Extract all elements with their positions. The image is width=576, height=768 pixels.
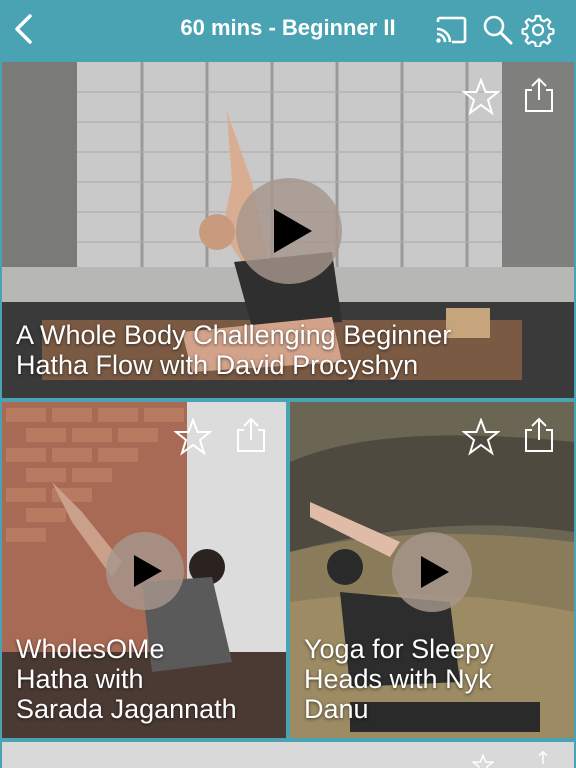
- video-title-line: Hatha Flow with David Procyshyn: [16, 350, 419, 380]
- search-icon[interactable]: [481, 13, 515, 47]
- video-title-line: Heads with Nyk: [304, 664, 492, 694]
- gear-icon[interactable]: [521, 13, 555, 48]
- page-title: 60 mins - Beginner II: [180, 15, 396, 40]
- share-icon[interactable]: [520, 76, 558, 114]
- video-title: WholesOMe Hatha with Sarada Jagannath: [16, 634, 237, 724]
- video-title-line: Danu: [304, 694, 369, 724]
- video-title-line: Hatha with: [16, 664, 144, 694]
- video-card[interactable]: WholesOMe Hatha with Sarada Jagannath: [2, 402, 286, 738]
- cast-icon[interactable]: [434, 13, 468, 47]
- video-title-line: WholesOMe: [16, 634, 165, 664]
- video-card[interactable]: Yoga for Sleepy Heads with Nyk Danu: [290, 402, 574, 738]
- share-icon[interactable]: [232, 416, 270, 454]
- share-icon[interactable]: [520, 416, 558, 454]
- play-icon: [274, 209, 312, 253]
- video-card-featured[interactable]: A Whole Body Challenging Beginner Hatha …: [2, 62, 574, 398]
- star-icon[interactable]: [461, 77, 501, 116]
- play-icon: [134, 555, 162, 587]
- play-button[interactable]: [392, 532, 472, 612]
- play-button[interactable]: [236, 178, 342, 284]
- video-card-partial[interactable]: [2, 742, 574, 768]
- video-title-line: Yoga for Sleepy: [304, 634, 494, 664]
- share-icon[interactable]: [532, 750, 554, 768]
- video-title: A Whole Body Challenging Beginner Hatha …: [16, 320, 451, 380]
- star-icon[interactable]: [173, 417, 213, 456]
- video-title: Yoga for Sleepy Heads with Nyk Danu: [304, 634, 494, 724]
- star-icon[interactable]: [461, 417, 501, 456]
- video-title-line: A Whole Body Challenging Beginner: [16, 320, 452, 350]
- video-title-line: Sarada Jagannath: [16, 694, 237, 724]
- play-icon: [421, 556, 449, 588]
- top-navigation-bar: 60 mins - Beginner II: [0, 0, 576, 60]
- play-button[interactable]: [106, 532, 184, 610]
- back-chevron-icon[interactable]: [10, 12, 38, 46]
- star-icon[interactable]: [471, 753, 495, 768]
